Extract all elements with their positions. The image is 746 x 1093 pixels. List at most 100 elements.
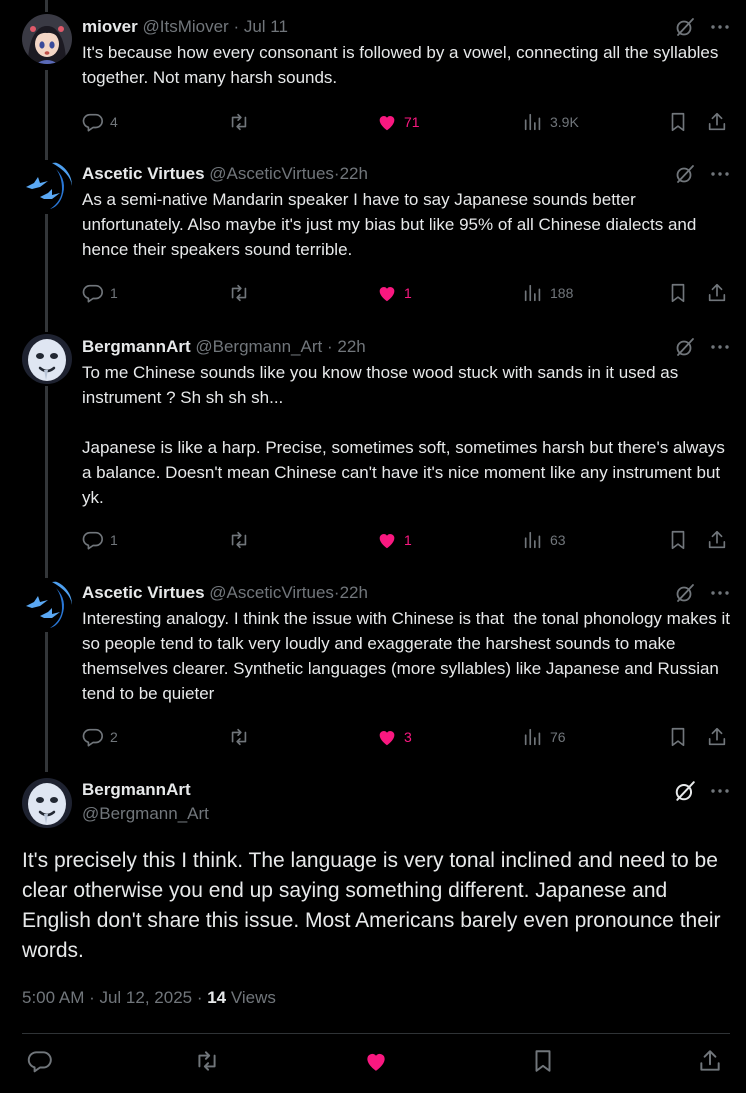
views-button[interactable]: 63 [522, 528, 566, 552]
grok-icon[interactable] [674, 582, 696, 604]
views-count[interactable]: 14 [207, 988, 226, 1007]
more-icon[interactable] [710, 163, 730, 185]
views-icon [522, 529, 544, 551]
post-time[interactable]: 22h [340, 164, 368, 183]
bookmark-icon [667, 111, 689, 133]
thread-line [45, 70, 48, 160]
reply-count: 1 [110, 532, 118, 548]
reply-button[interactable]: 1 [82, 528, 118, 552]
post-time[interactable]: 22h [337, 337, 365, 356]
avatar[interactable] [22, 14, 72, 64]
share-icon [706, 282, 728, 304]
bookmark-icon [667, 726, 689, 748]
author-handle[interactable]: @AsceticVirtues [209, 583, 334, 602]
views-button[interactable]: 76 [522, 725, 566, 749]
share-button[interactable] [706, 725, 728, 749]
author-name[interactable]: Ascetic Virtues [82, 583, 205, 602]
post-time[interactable]: Jul 11 [244, 17, 288, 36]
share-button[interactable] [706, 110, 728, 134]
action-bar: 2 3 76 [82, 725, 732, 749]
views-button[interactable]: 188 [522, 281, 573, 305]
reply-button[interactable]: 1 [82, 281, 118, 305]
like-button[interactable]: 71 [376, 110, 420, 134]
thread-line [45, 0, 48, 12]
author-name[interactable]: BergmannArt [82, 337, 191, 356]
views-count: 76 [550, 729, 566, 745]
author-handle[interactable]: @ItsMiover [142, 17, 228, 36]
retweet-button[interactable] [228, 281, 250, 305]
author-handle[interactable]: @Bergmann_Art [195, 337, 322, 356]
divider [22, 1033, 730, 1034]
grok-icon[interactable] [674, 780, 696, 802]
grok-icon[interactable] [674, 336, 696, 358]
heart-icon [376, 529, 398, 551]
reply-icon [27, 1048, 53, 1079]
more-icon[interactable] [710, 336, 730, 358]
heart-icon [376, 111, 398, 133]
bookmark-button[interactable] [529, 1049, 557, 1077]
bookmark-button[interactable] [667, 725, 689, 749]
reply-button[interactable] [26, 1049, 54, 1077]
avatar[interactable] [22, 334, 72, 384]
reply-icon [82, 726, 104, 748]
reply-count: 1 [110, 285, 118, 301]
share-icon [706, 111, 728, 133]
bookmark-icon [530, 1048, 556, 1079]
bookmark-button[interactable] [667, 281, 689, 305]
author-handle[interactable]: @Bergmann_Art [82, 802, 730, 826]
views-count: 188 [550, 285, 574, 301]
bookmark-button[interactable] [667, 528, 689, 552]
views-count: 63 [550, 532, 566, 548]
separator: · [233, 17, 240, 36]
grok-icon[interactable] [674, 16, 696, 38]
more-icon[interactable] [710, 780, 730, 802]
like-button[interactable]: 1 [376, 281, 412, 305]
bookmark-icon [667, 529, 689, 551]
author-name[interactable]: miover [82, 17, 138, 36]
like-count: 71 [404, 114, 420, 130]
author-handle[interactable]: @AsceticVirtues [209, 164, 334, 183]
retweet-icon [228, 111, 250, 133]
heart-icon [376, 282, 398, 304]
post-time[interactable]: 22h [340, 583, 368, 602]
like-button[interactable]: 1 [376, 528, 412, 552]
post-timestamp[interactable]: 5:00 AM · Jul 12, 2025 · [22, 988, 207, 1007]
bookmark-button[interactable] [667, 110, 689, 134]
share-button[interactable] [696, 1049, 724, 1077]
heart-icon [363, 1048, 389, 1079]
thread-line [45, 386, 48, 578]
tweet-text: To me Chinese sounds like you know those… [82, 363, 725, 507]
tweet-text: As a semi-native Mandarin speaker I have… [82, 190, 702, 259]
more-icon[interactable] [710, 582, 730, 604]
like-button[interactable] [362, 1049, 390, 1077]
reply-button[interactable]: 4 [82, 110, 118, 134]
share-button[interactable] [706, 281, 728, 305]
more-icon[interactable] [710, 16, 730, 38]
avatar[interactable] [22, 778, 72, 828]
share-icon [697, 1048, 723, 1079]
avatar[interactable] [22, 161, 72, 211]
reply-count: 4 [110, 114, 118, 130]
views-count: 3.9K [550, 114, 579, 130]
like-button[interactable]: 3 [376, 725, 412, 749]
retweet-button[interactable] [193, 1049, 221, 1077]
thread-line [45, 632, 48, 772]
reply-button[interactable]: 2 [82, 725, 118, 749]
share-icon [706, 726, 728, 748]
grok-icon[interactable] [674, 163, 696, 185]
tweet-text: It's because how every consonant is foll… [82, 43, 724, 87]
action-bar: 1 1 188 [82, 281, 732, 305]
views-button[interactable]: 3.9K [522, 110, 579, 134]
retweet-button[interactable] [228, 110, 250, 134]
views-label: Views [226, 988, 276, 1007]
retweet-button[interactable] [228, 725, 250, 749]
views-icon [522, 726, 544, 748]
share-button[interactable] [706, 528, 728, 552]
like-count: 1 [404, 532, 412, 548]
author-name[interactable]: Ascetic Virtues [82, 164, 205, 183]
reply-icon [82, 282, 104, 304]
avatar[interactable] [22, 580, 72, 630]
author-name[interactable]: BergmannArt [82, 778, 730, 802]
retweet-icon [228, 529, 250, 551]
retweet-button[interactable] [228, 528, 250, 552]
